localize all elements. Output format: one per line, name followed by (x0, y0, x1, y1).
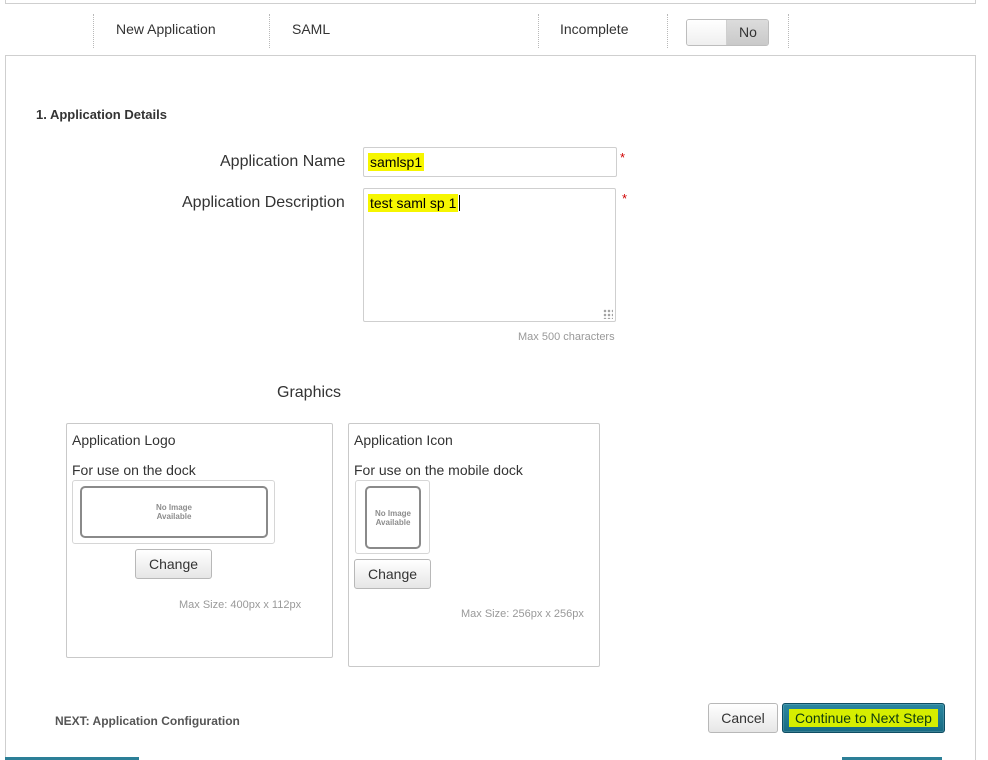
text-cursor (459, 195, 461, 211)
icon-max-size-note: Max Size: 256px x 256px (461, 608, 584, 620)
change-logo-button[interactable]: Change (135, 549, 212, 579)
placeholder-text: No Image (374, 508, 411, 518)
cancel-button[interactable]: Cancel (708, 703, 778, 733)
page-border-left (5, 0, 6, 760)
divider (538, 14, 539, 48)
application-description-value: test saml sp 1 (368, 194, 459, 212)
application-name-label: Application Name (220, 153, 346, 170)
continue-button[interactable]: Continue to Next Step (782, 703, 945, 733)
logo-panel-subtitle: For use on the dock (72, 462, 196, 478)
application-name-input[interactable]: samlsp1 (363, 147, 617, 177)
application-description-label: Application Description (182, 194, 345, 211)
icon-panel-subtitle: For use on the mobile dock (354, 462, 523, 478)
logo-max-size-note: Max Size: 400px x 112px (179, 599, 302, 611)
enable-toggle[interactable]: No (686, 19, 769, 46)
no-image-placeholder: No Image Available (80, 486, 268, 538)
application-description-textarea[interactable]: test saml sp 1 (363, 188, 616, 322)
application-icon-panel: Application Icon For use on the mobile d… (348, 423, 600, 667)
required-marker: * (622, 191, 628, 206)
logo-image-frame: No Image Available (72, 480, 275, 544)
application-logo-panel: Application Logo For use on the dock No … (66, 423, 333, 658)
status-text: Incomplete (560, 21, 629, 37)
toggle-knob[interactable] (687, 20, 727, 45)
placeholder-text: Available (156, 512, 192, 521)
resize-handle-icon[interactable] (603, 309, 613, 319)
app-name-text: New Application (116, 21, 216, 37)
section-title: 1. Application Details (36, 107, 167, 122)
required-marker: * (620, 150, 626, 165)
change-icon-button[interactable]: Change (354, 559, 431, 589)
next-step-label: NEXT: Application Configuration (55, 714, 240, 728)
icon-image-frame: No Image Available (355, 480, 430, 554)
no-image-placeholder: No Image Available (365, 486, 421, 549)
description-limit-note: Max 500 characters (518, 331, 615, 343)
protocol-text: SAML (292, 21, 331, 37)
divider (269, 14, 270, 48)
divider (93, 14, 94, 48)
placeholder-text: No Image (155, 503, 192, 512)
graphics-title: Graphics (277, 384, 342, 401)
status-bar: New Application SAML Incomplete No (5, 3, 976, 56)
logo-panel-title: Application Logo (72, 432, 176, 448)
application-name-value: samlsp1 (368, 153, 425, 171)
toggle-state-label: No (727, 20, 768, 45)
continue-button-label: Continue to Next Step (789, 709, 938, 727)
placeholder-text: Available (375, 517, 411, 527)
divider (667, 14, 668, 48)
page-border-right (975, 0, 976, 760)
divider (788, 14, 789, 48)
icon-panel-title: Application Icon (354, 432, 453, 448)
